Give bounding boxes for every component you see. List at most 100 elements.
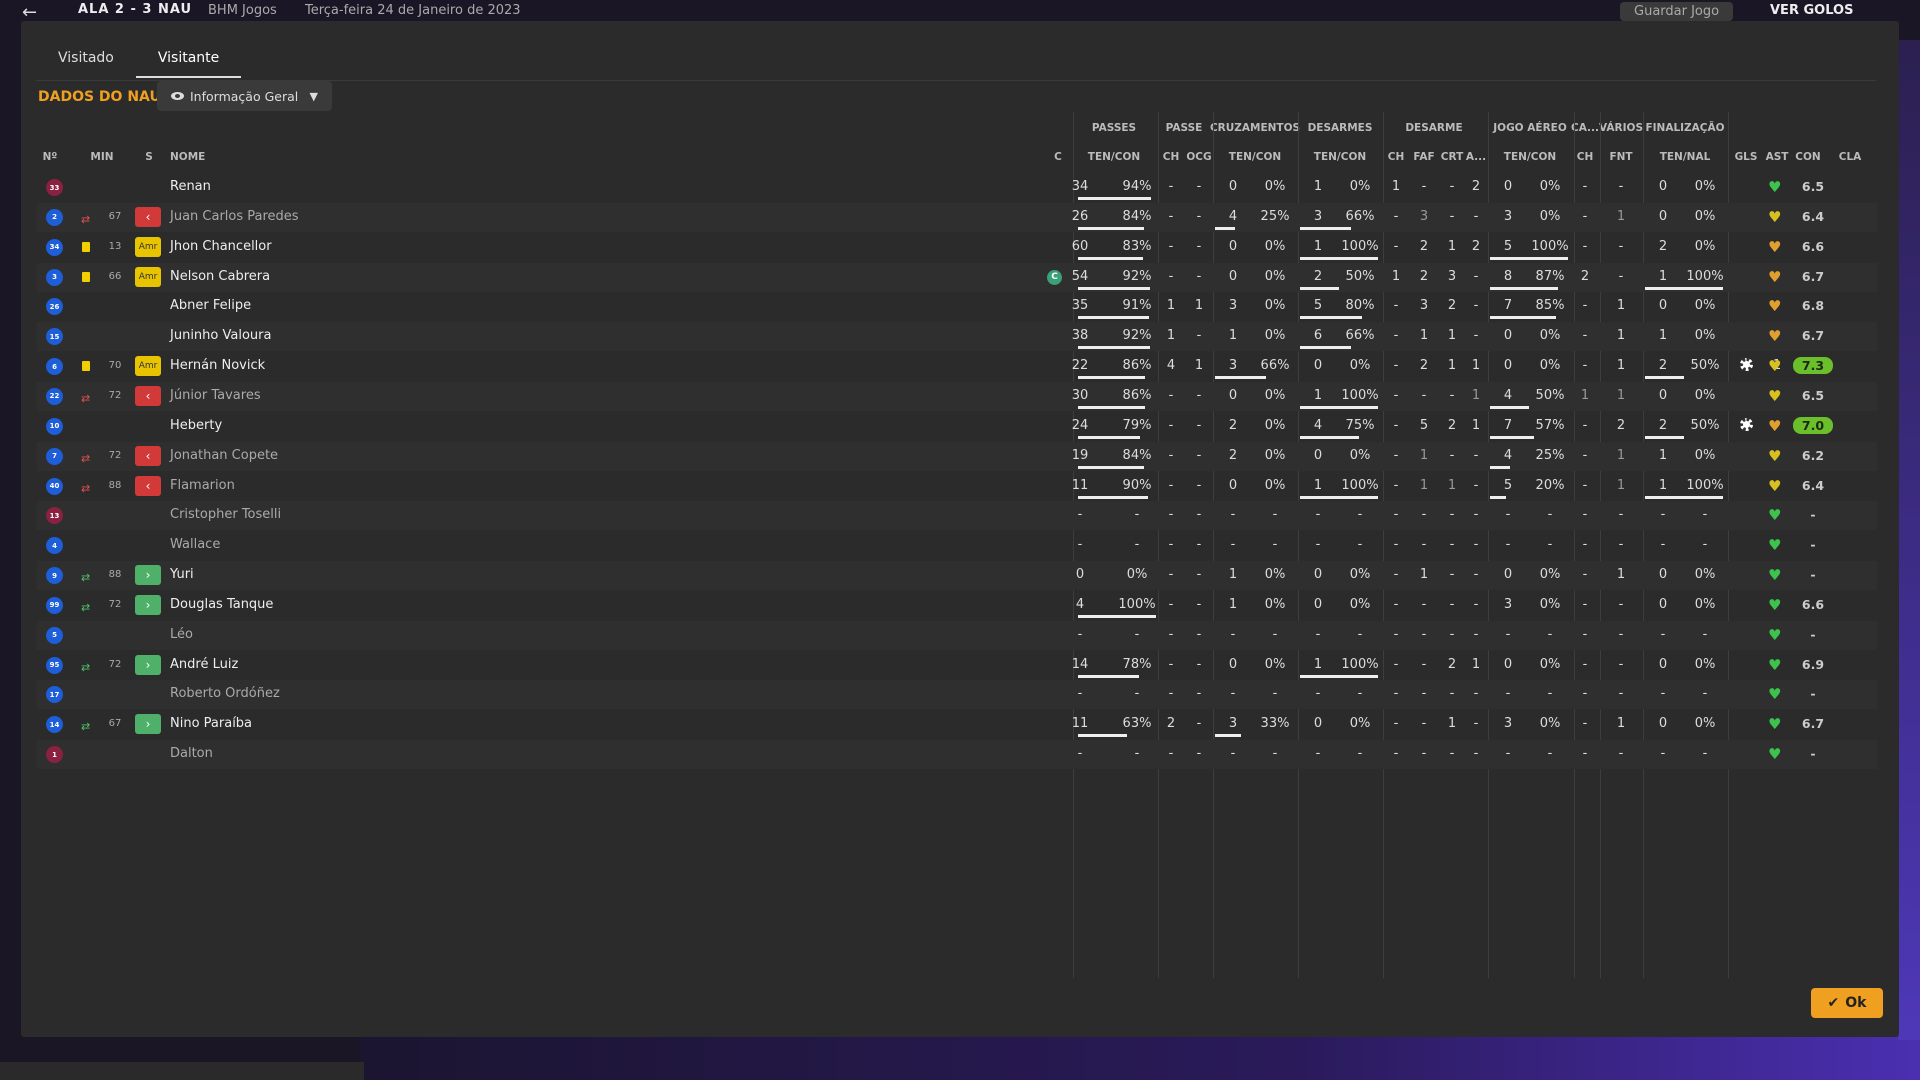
stat-aerial-attempts: 3 [1503, 208, 1513, 224]
tab-home[interactable]: Visitado [36, 42, 136, 78]
stat-passes-attempts: 14 [1071, 656, 1089, 672]
player-name[interactable]: Renan [170, 179, 211, 194]
table-row[interactable]: 95 ⇄ 72 › André Luiz 14 78% 0 0% 1 100% 0 0% 0 0% - - - - 2… [37, 651, 1877, 680]
table-row[interactable]: 40 ⇄ 88 ‹ Flamarion 11 90% 0 0% 1 100% 5 20% 1 100% - - -… [37, 472, 1877, 501]
match-date: Terça-feira 24 de Janeiro de 2023 [305, 3, 521, 18]
stat-crosses-pct: 0% [1264, 447, 1286, 463]
table-row[interactable]: 33 Renan 34 94% 0 0% 1 0% 0 0% 0 0% - -1- -2- - - ♥ 6.5 [37, 173, 1877, 202]
stat-passes-attempts: - [1077, 686, 1083, 702]
table-row[interactable]: 10 Heberty 24 79% 2 0% 4 75% 7 57% 2 50% - - -5 2 1-2- ♥ 7… [37, 412, 1877, 441]
stat-dch: - [1393, 656, 1399, 672]
stat-aerial-pct: 0% [1539, 716, 1561, 732]
stat-passes-pct: 63% [1122, 716, 1152, 732]
stat-aerial-pct: 0% [1539, 179, 1561, 194]
save-game-button[interactable]: Guardar Jogo [1620, 2, 1734, 21]
view-dropdown[interactable]: Informação Geral ▼ [157, 81, 332, 111]
player-name[interactable]: Léo [170, 627, 193, 642]
view-goals-button[interactable]: VER GOLOS [1770, 3, 1853, 18]
stat-passes-pct: 78% [1122, 656, 1152, 672]
player-name[interactable]: Jhon Chancellor [170, 239, 272, 254]
column-header-aerial[interactable]: TEN/CON [1500, 151, 1560, 163]
table-row[interactable]: 9 ⇄ 88 › Yuri 0 0% 1 0% 0 0% 0 0% 0 0% - - -1- - -1- ♥ - [37, 561, 1877, 591]
stat-fnt: 1 [1616, 298, 1626, 314]
stat-crosses-pct: 33% [1260, 716, 1290, 732]
table-row[interactable]: 14 ⇄ 67 › Nino Paraíba 11 63% 3 33% 0 0% 3 0% 0 0% 2- - -… [37, 710, 1877, 739]
player-name[interactable]: Nelson Cabrera [170, 269, 270, 284]
player-name[interactable]: Roberto Ordóñez [170, 686, 280, 701]
column-header-tack[interactable]: TEN/CON [1310, 151, 1370, 163]
sub-off-badge: ‹ [135, 206, 161, 227]
table-row[interactable]: 13 Cristopher Toselli - - - - - - - - - - - - - - - - - - - ♥… [37, 501, 1877, 531]
player-name[interactable]: Douglas Tanque [170, 597, 273, 612]
table-row[interactable]: 2 ⇄ 67 ‹ Juan Carlos Paredes 26 84% 4 25% 3 66% 3 0%… [37, 202, 1877, 232]
player-name[interactable]: Yuri [170, 567, 194, 582]
shirt-number: 4 [46, 537, 63, 555]
stat-dfaf: - [1421, 387, 1427, 403]
column-header-name[interactable]: NOME [170, 151, 205, 163]
table-row[interactable]: 34 13 Amr Jhon Chancellor 60 83% 0 0% 1 100% 5 100%… [37, 233, 1877, 262]
stat-tackles-bar [1300, 405, 1378, 409]
player-rating: 6.2 [1801, 447, 1825, 463]
stat-cach: - [1582, 656, 1588, 672]
table-row[interactable]: 1 Dalton - - - - - - - - - - - - - - - - - - - ♥ - [37, 740, 1877, 770]
player-rating: 6.4 [1801, 477, 1825, 493]
player-name[interactable]: Jonathan Copete [170, 448, 278, 463]
stat-tackles-pct: - [1357, 686, 1363, 702]
player-name[interactable]: Nino Paraíba [170, 716, 252, 731]
stat-fnt: 1 [1616, 447, 1626, 463]
column-header-c[interactable]: C [1028, 151, 1088, 163]
ok-button[interactable]: ✔ Ok [1811, 988, 1883, 1018]
stat-crosses-attempts: 0 [1228, 238, 1238, 254]
column-header-cla[interactable]: CLA [1820, 151, 1880, 163]
column-header-passes[interactable]: TEN/CON [1084, 151, 1144, 163]
shirt-number: 9 [46, 567, 63, 585]
table-row[interactable]: 26 Abner Felipe 35 91% 3 0% 5 80% 7 85% 0 0% 1 1-3 2- -… [37, 292, 1877, 321]
stat-tackles-bar [1300, 674, 1378, 678]
shirt-number: 22 [46, 387, 63, 405]
stat-finishing-pct: 100% [1686, 477, 1724, 493]
player-name[interactable]: André Luiz [170, 657, 238, 672]
column-header-fin[interactable]: TEN/NAL [1655, 151, 1715, 163]
table-row[interactable]: 17 Roberto Ordóñez - - - - - - - - - - - - - - - - - - - ♥ - [37, 680, 1877, 710]
stat-crosses-pct: 0% [1264, 298, 1286, 314]
stat-passes-attempts: 0 [1075, 567, 1085, 583]
player-name[interactable]: Hernán Novick [170, 358, 265, 373]
stat-tackles-attempts: - [1315, 537, 1321, 553]
table-row[interactable]: 15 Juninho Valoura 38 92% 1 0% 6 66% 0 0% 1 0% 1- -1 1… [37, 322, 1877, 352]
player-name[interactable]: Juan Carlos Paredes [170, 209, 299, 224]
sub-minute: 72 [108, 658, 122, 670]
stat-passes-bar [1078, 734, 1127, 738]
stat-dch: - [1393, 358, 1399, 374]
player-name[interactable]: Juninho Valoura [170, 328, 271, 343]
stat-tackles-attempts: 3 [1313, 208, 1323, 224]
stat-fnt: 1 [1616, 208, 1626, 224]
player-name[interactable]: Cristopher Toselli [170, 507, 281, 522]
player-name[interactable]: Heberty [170, 418, 222, 433]
column-header-cross[interactable]: TEN/CON [1225, 151, 1285, 163]
arrow-left-icon[interactable]: ← [22, 2, 37, 22]
condition-heart-icon: ♥ [1768, 446, 1782, 465]
table-row[interactable]: 4 Wallace - - - - - - - - - - - - - - - - - - - ♥ - [37, 531, 1877, 560]
stat-da: - [1473, 447, 1479, 463]
stat-fnt: - [1618, 268, 1624, 284]
stat-passes-pct: 90% [1122, 477, 1152, 493]
player-name[interactable]: Wallace [170, 537, 220, 552]
player-name[interactable]: Dalton [170, 746, 213, 761]
table-row[interactable]: 5 Léo - - - - - - - - - - - - - - - - - - - ♥ - [37, 620, 1877, 650]
table-row[interactable]: 7 ⇄ 72 ‹ Jonathan Copete 19 84% 2 0% 0 0% 4 25% 1 0% - -… [37, 441, 1877, 471]
player-name[interactable]: Flamarion [170, 478, 235, 493]
table-row[interactable]: 22 ⇄ 72 ‹ Júnior Tavares 30 86% 0 0% 1 100% 4 50% 0 0%… [37, 381, 1877, 411]
stat-dcrt: 2 [1447, 417, 1457, 433]
table-row[interactable]: 6 70 Amr Hernán Novick 22 86% 3 66% 0 0% 0 0% 2 50% 4 1… [37, 352, 1877, 381]
column-header-num[interactable]: Nº [20, 151, 80, 163]
table-row[interactable]: 99 ⇄ 72 › Douglas Tanque 4 100% 1 0% 0 0% 3 0% 0 0% - - -… [37, 591, 1877, 620]
column-header-pocg[interactable]: OCG [1169, 151, 1229, 163]
stat-fnt: 1 [1616, 716, 1626, 732]
stat-passes-attempts: - [1077, 746, 1083, 762]
tab-away[interactable]: Visitante [135, 42, 242, 78]
table-row[interactable]: 3 66 Amr Nelson Cabrera C 54 92% 0 0% 2 50% 8 87% 1 10… [37, 262, 1877, 292]
stat-finishing-pct: 0% [1694, 447, 1716, 463]
column-header-da[interactable]: A... [1446, 151, 1506, 163]
player-name[interactable]: Júnior Tavares [170, 388, 261, 403]
player-name[interactable]: Abner Felipe [170, 298, 251, 313]
